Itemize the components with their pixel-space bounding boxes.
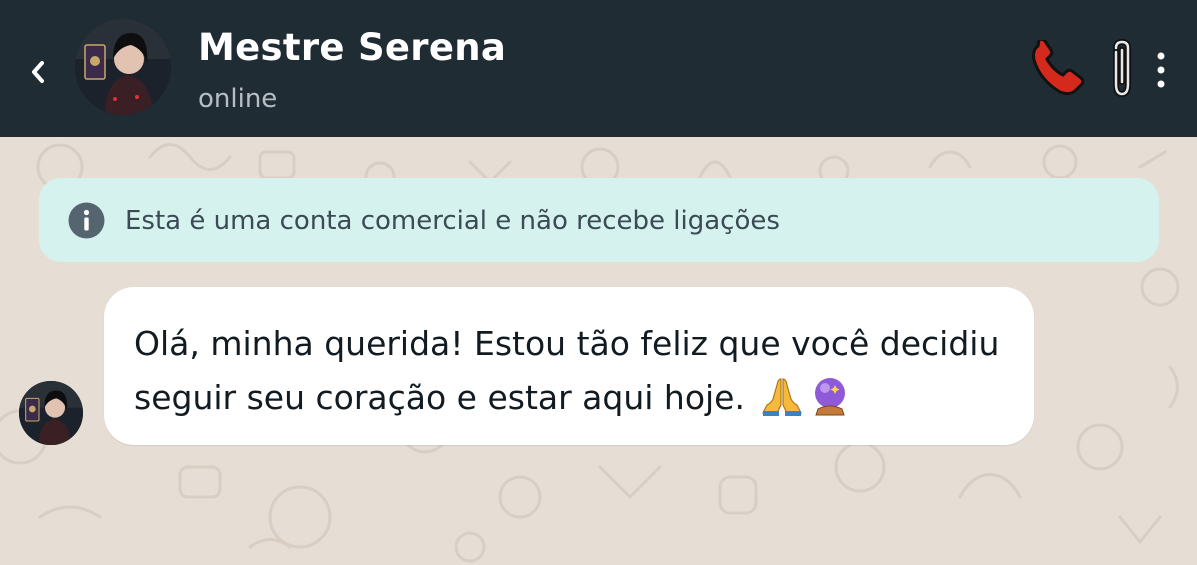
paperclip-icon — [1113, 38, 1131, 98]
notice-text: Esta é uma conta comercial e não recebe … — [125, 206, 780, 236]
attach-button[interactable] — [1106, 38, 1138, 100]
back-button[interactable] — [22, 52, 54, 92]
message-line-text: seguir seu coração e estar aqui hoje. — [134, 378, 745, 417]
contact-status: online — [198, 84, 278, 114]
contact-name[interactable]: Mestre Serena — [198, 24, 506, 72]
call-button[interactable] — [1028, 37, 1090, 98]
business-account-notice: Esta é uma conta comercial e não recebe … — [39, 178, 1159, 262]
folded-hands-emoji — [762, 378, 803, 416]
message-line: seguir seu coração e estar aqui hoje. — [134, 371, 1014, 425]
more-vertical-icon — [1157, 52, 1165, 88]
contact-avatar[interactable] — [75, 19, 171, 115]
chat-header: Mestre Serena online — [0, 0, 1197, 137]
message-bubble[interactable]: Olá, minha querida! Estou tão feliz que … — [104, 287, 1034, 445]
info-icon — [68, 202, 105, 239]
message-text: Olá, minha querida! Estou tão feliz que … — [134, 317, 1014, 425]
crystal-ball-emoji — [815, 378, 846, 416]
phone-icon — [1032, 37, 1085, 96]
chevron-left-icon — [32, 61, 44, 83]
menu-button[interactable] — [1146, 50, 1176, 90]
sender-avatar[interactable] — [19, 381, 83, 445]
message-line: Olá, minha querida! Estou tão feliz que … — [134, 324, 1000, 363]
